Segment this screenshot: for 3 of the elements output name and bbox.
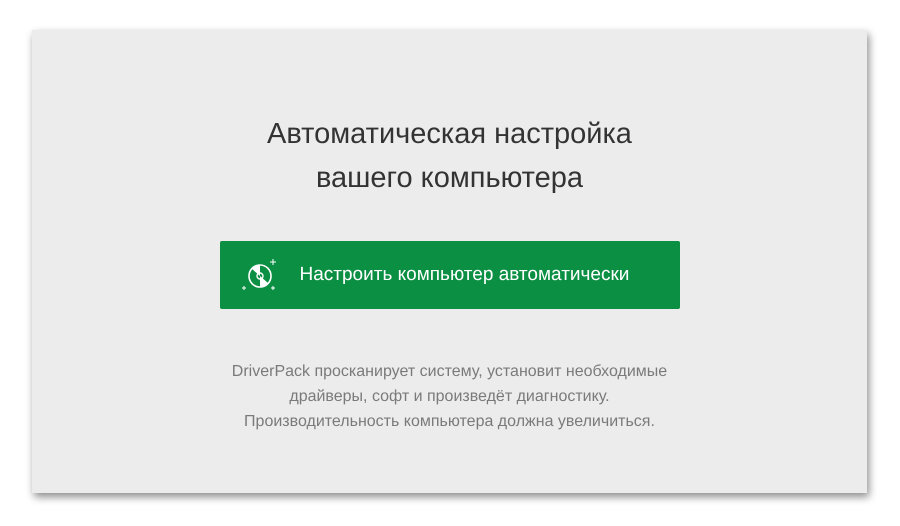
heading: Автоматическая настройка вашего компьютера: [267, 117, 632, 196]
description: DriverPack просканирует систему, установит необходимые драйверы, софт и произведёт диагностику. Производительность компьютера должна увеличиться.: [232, 362, 668, 432]
auto-setup-button[interactable]: Настроить компьютер автоматически: [220, 241, 680, 309]
